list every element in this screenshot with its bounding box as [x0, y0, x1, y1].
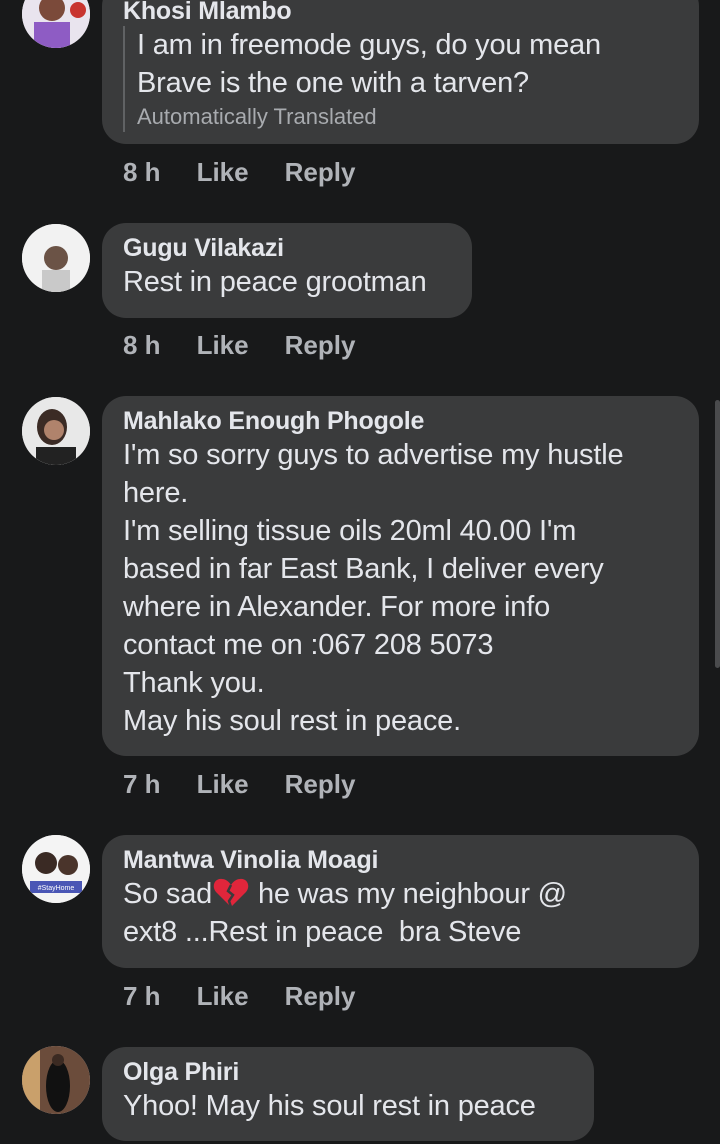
comment-text-line: ext8 ...Rest in peace bra Steve	[123, 916, 522, 948]
scrollbar[interactable]	[715, 400, 720, 668]
avatar[interactable]: #StayHome	[22, 835, 90, 903]
reply-button[interactable]: Reply	[285, 330, 356, 361]
avatar-image	[22, 224, 90, 292]
author-name[interactable]: Mantwa Vinolia Moagi	[123, 845, 679, 875]
timestamp[interactable]: 7 h	[123, 981, 161, 1012]
like-button[interactable]: Like	[197, 157, 249, 188]
comment-actions: 8 h Like Reply	[123, 155, 391, 189]
comment-bubble[interactable]: Khosi Mlambo I am in freemode guys, do y…	[102, 0, 699, 144]
comment-text: Yhoo! May his soul rest in peace	[123, 1090, 536, 1122]
avatar[interactable]	[22, 224, 90, 292]
avatar[interactable]	[22, 397, 90, 465]
comment-text-line: I am in freemode guys, do you mean	[137, 29, 601, 61]
timestamp[interactable]: 8 h	[123, 157, 161, 188]
reply-button[interactable]: Reply	[285, 769, 356, 800]
avatar-caption: #StayHome	[38, 885, 75, 892]
comment-text-line: So sad he was my neighbour @	[123, 875, 679, 913]
comment-bubble[interactable]: Gugu Vilakazi Rest in peace grootman	[102, 223, 472, 318]
avatar-image	[22, 0, 90, 48]
author-name[interactable]: Olga Phiri	[123, 1057, 574, 1087]
comment-text-part: So sad	[123, 878, 213, 910]
comment-bubble[interactable]: Mahlako Enough Phogole I'm so sorry guys…	[102, 396, 699, 756]
reply-button[interactable]: Reply	[285, 981, 356, 1012]
reply-button[interactable]: Reply	[285, 157, 356, 188]
avatar-image: #StayHome	[22, 835, 90, 903]
like-button[interactable]: Like	[197, 981, 249, 1012]
avatar[interactable]	[22, 0, 90, 48]
translated-text: I am in freemode guys, do you mean Brave…	[123, 26, 679, 132]
like-button[interactable]: Like	[197, 769, 249, 800]
comment-bubble[interactable]: Olga Phiri Yhoo! May his soul rest in pe…	[102, 1047, 594, 1141]
comment-text-line: Brave is the one with a tarven?	[137, 67, 529, 99]
author-name[interactable]: Khosi Mlambo	[123, 0, 679, 26]
timestamp[interactable]: 8 h	[123, 330, 161, 361]
author-name[interactable]: Mahlako Enough Phogole	[123, 406, 679, 436]
comment-text: I'm so sorry guys to advertise my hustle…	[123, 439, 624, 737]
comment-text: Rest in peace grootman	[123, 266, 427, 298]
author-name[interactable]: Gugu Vilakazi	[123, 233, 452, 263]
comment-actions: 8 h Like Reply	[123, 328, 391, 362]
broken-heart-icon	[213, 878, 249, 908]
comment-actions: 7 h Like Reply	[123, 979, 391, 1013]
comment-text-part: he was my neighbour @	[250, 878, 567, 910]
timestamp[interactable]: 7 h	[123, 769, 161, 800]
auto-translated-label[interactable]: Automatically Translated	[137, 102, 679, 132]
avatar-image	[22, 397, 90, 465]
comment-actions: 7 h Like Reply	[123, 767, 391, 801]
like-button[interactable]: Like	[197, 330, 249, 361]
comment-bubble[interactable]: Mantwa Vinolia Moagi So sad he was my ne…	[102, 835, 699, 968]
avatar-image	[22, 1046, 90, 1114]
avatar[interactable]	[22, 1046, 90, 1114]
